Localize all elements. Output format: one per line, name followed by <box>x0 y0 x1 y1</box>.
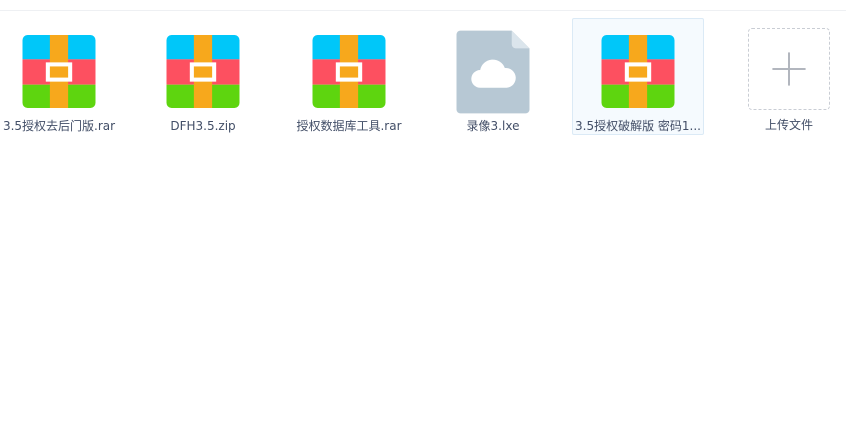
file-name: DFH3.5.zip <box>170 119 236 133</box>
rar-archive-icon <box>22 35 96 108</box>
rar-archive-icon <box>601 35 675 108</box>
cloud-file-icon <box>456 30 530 114</box>
file-item[interactable]: DFH3.5.zip <box>137 18 269 135</box>
file-browser: 3.5授权去后门版.rar DFH3.5.zip 授权数据库工具.rar 录像3… <box>0 0 846 426</box>
file-item[interactable]: 授权数据库工具.rar <box>283 18 415 135</box>
plus-icon <box>772 52 806 86</box>
file-name: 授权数据库工具.rar <box>296 119 402 133</box>
file-name: 3.5授权破解版 密码1... <box>575 119 701 133</box>
divider <box>0 10 846 11</box>
file-name: 录像3.lxe <box>466 119 520 133</box>
file-item[interactable]: 3.5授权去后门版.rar <box>0 18 125 135</box>
file-item-selected[interactable]: 3.5授权破解版 密码1... <box>572 18 704 135</box>
upload-label: 上传文件 <box>764 118 813 132</box>
rar-archive-icon <box>312 35 386 108</box>
upload-file-button[interactable]: 上传文件 <box>723 18 846 135</box>
zip-archive-icon <box>166 35 240 108</box>
file-item[interactable]: 录像3.lxe <box>427 18 559 135</box>
file-grid: 3.5授权去后门版.rar DFH3.5.zip 授权数据库工具.rar 录像3… <box>0 18 846 138</box>
upload-dropzone[interactable] <box>748 28 830 110</box>
file-name: 3.5授权去后门版.rar <box>2 119 116 133</box>
